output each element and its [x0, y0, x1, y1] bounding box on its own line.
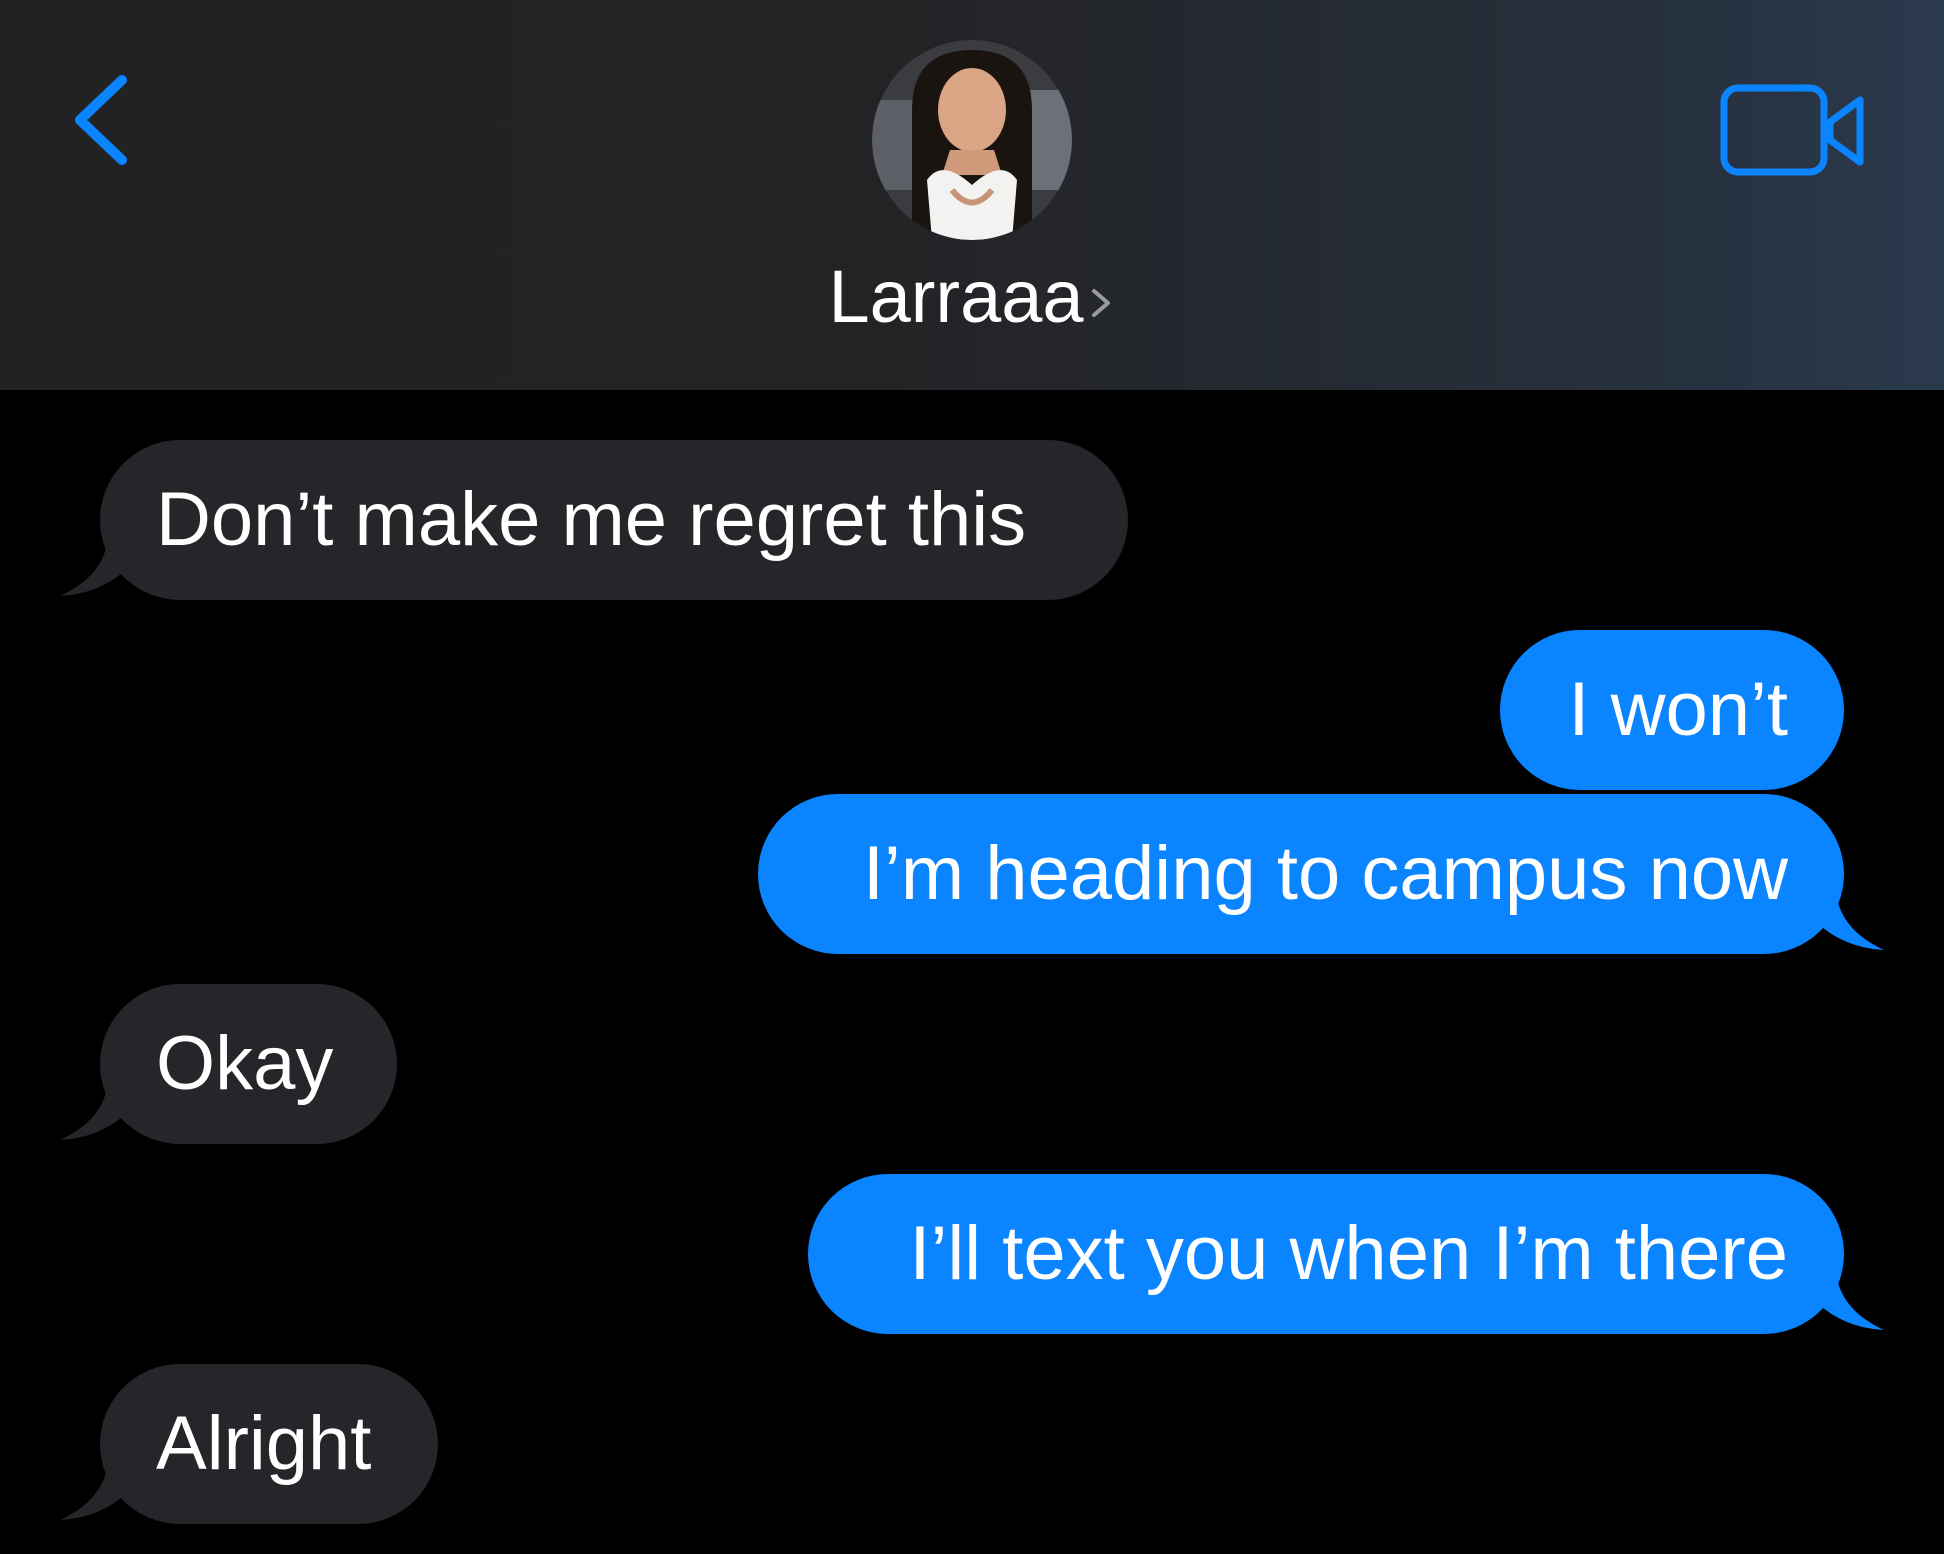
- message-text: Don’t make me regret this: [156, 477, 1027, 562]
- bubble-tail: [60, 524, 138, 596]
- video-call-button[interactable]: [1718, 82, 1868, 182]
- sent-message-bubble[interactable]: I’ll text you when I’m there: [808, 1174, 1844, 1334]
- bubble-tail: [60, 1448, 138, 1520]
- chevron-right-icon: [1086, 253, 1116, 343]
- chevron-left-icon: [75, 75, 127, 165]
- received-message-bubble[interactable]: Don’t make me regret this: [100, 440, 1128, 600]
- message-thread[interactable]: Don’t make me regret this I won’t I’m he…: [0, 390, 1944, 1554]
- back-button[interactable]: [60, 60, 150, 180]
- contact-name-button[interactable]: Larraaa: [0, 252, 1944, 343]
- received-message-bubble[interactable]: Alright: [100, 1364, 438, 1524]
- sent-message-bubble[interactable]: I won’t: [1500, 630, 1844, 790]
- message-text: Okay: [156, 1021, 334, 1106]
- avatar-photo: [872, 40, 1072, 240]
- conversation-header: Larraaa: [0, 0, 1944, 390]
- bubble-tail: [60, 1068, 138, 1140]
- contact-name: Larraaa: [828, 255, 1084, 338]
- video-camera-icon: [1720, 84, 1864, 176]
- message-text: I’ll text you when I’m there: [909, 1211, 1788, 1296]
- bubble-tail: [1806, 1258, 1884, 1330]
- contact-avatar[interactable]: [872, 40, 1072, 240]
- sent-message-bubble[interactable]: I’m heading to campus now: [758, 794, 1844, 954]
- message-text: I won’t: [1568, 667, 1788, 752]
- bubble-tail: [1806, 878, 1884, 950]
- message-text: Alright: [156, 1401, 372, 1486]
- received-message-bubble[interactable]: Okay: [100, 984, 397, 1144]
- message-text: I’m heading to campus now: [862, 831, 1788, 916]
